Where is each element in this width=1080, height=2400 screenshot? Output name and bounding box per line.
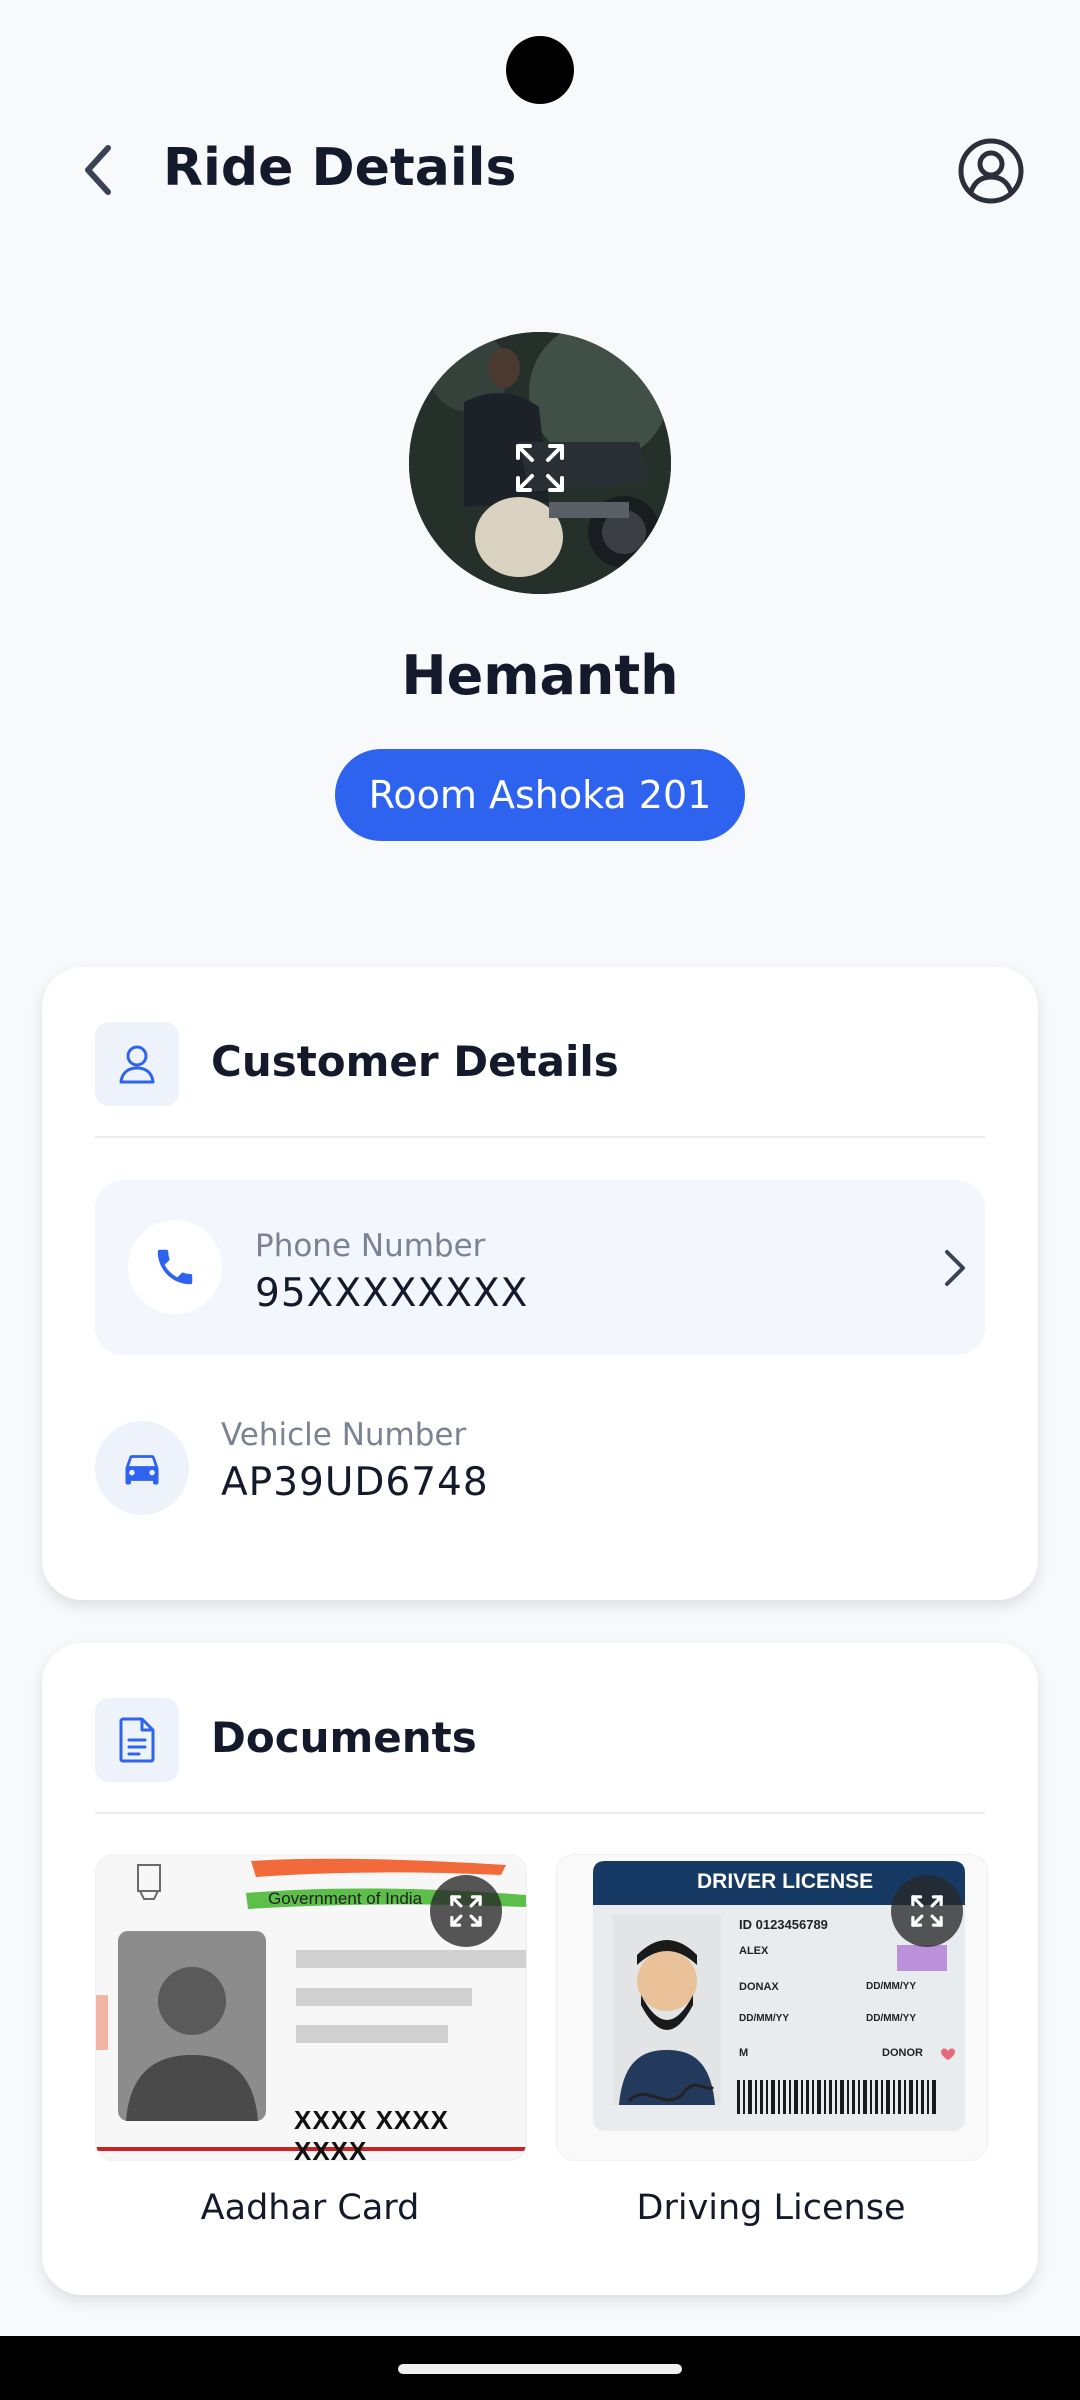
chevron-right-icon [945, 1250, 965, 1286]
back-button[interactable] [62, 134, 134, 206]
license-name-text: ALEX [739, 1945, 769, 1957]
aadhar-caption: Aadhar Card [200, 2188, 420, 2228]
documents-title: Documents [211, 1713, 477, 1762]
rider-name: Hemanth [401, 644, 679, 707]
customer-details-title: Customer Details [211, 1037, 619, 1086]
documents-card: Documents Government of India XXXX XXXX … [42, 1643, 1038, 2295]
aadhar-card-thumbnail[interactable]: Government of India XXXX XXXX XXXX [95, 1854, 527, 2161]
license-sex-text: M [739, 2047, 749, 2059]
license-donor-text: DONOR [882, 2047, 923, 2059]
license-id-text: ID 0123456789 [739, 1917, 828, 1932]
vehicle-label: Vehicle Number [221, 1417, 467, 1453]
car-icon [125, 1455, 159, 1485]
front-camera [506, 36, 574, 104]
vehicle-icon-wrapper [95, 1421, 189, 1515]
app-header: Ride Details [0, 110, 1080, 230]
account-circle-icon [958, 138, 1024, 204]
license-date-text: DD/MM/YY [866, 2013, 916, 2024]
phone-icon-wrapper [128, 1220, 222, 1314]
phone-value: 95XXXXXXXX [255, 1271, 529, 1316]
rider-avatar[interactable] [409, 332, 671, 594]
expand-license-button[interactable] [891, 1875, 963, 1947]
driving-license-caption: Driving License [636, 2188, 906, 2228]
document-icon [119, 1717, 155, 1763]
divider [95, 1136, 985, 1138]
aadhar-number-text: XXXX XXXX XXXX [294, 2105, 449, 2161]
user-icon [119, 1045, 155, 1084]
phone-icon [157, 1249, 193, 1285]
vehicle-value: AP39UD6748 [221, 1460, 489, 1505]
expand-icon [911, 1895, 943, 1927]
section-icon-wrapper [95, 1022, 179, 1106]
divider [95, 1812, 985, 1814]
room-badge: Room Ashoka 201 [335, 749, 745, 841]
expand-icon [516, 444, 564, 492]
expand-aadhar-button[interactable] [430, 1875, 502, 1947]
expand-icon [450, 1895, 482, 1927]
chevron-left-icon [85, 145, 111, 195]
customer-details-card: Customer Details Phone Number 95XXXXXXXX… [42, 967, 1038, 1600]
section-icon-wrapper [95, 1698, 179, 1782]
home-gesture-handle[interactable] [398, 2364, 682, 2374]
page-title: Ride Details [163, 138, 517, 198]
profile-button[interactable] [955, 135, 1027, 207]
license-date-text: DD/MM/YY [866, 1981, 916, 1992]
phone-label: Phone Number [255, 1228, 486, 1264]
phone-number-row[interactable]: Phone Number 95XXXXXXXX [95, 1180, 985, 1355]
license-surname-text: DONAX [739, 1981, 779, 1993]
aadhar-header-text: Government of India [268, 1889, 423, 1908]
license-date-text: DD/MM/YY [739, 2013, 789, 2024]
license-header-text: DRIVER LICENSE [697, 1870, 874, 1893]
driving-license-thumbnail[interactable]: DRIVER LICENSE ID 0123456789 ALEX DONAX … [556, 1854, 988, 2161]
